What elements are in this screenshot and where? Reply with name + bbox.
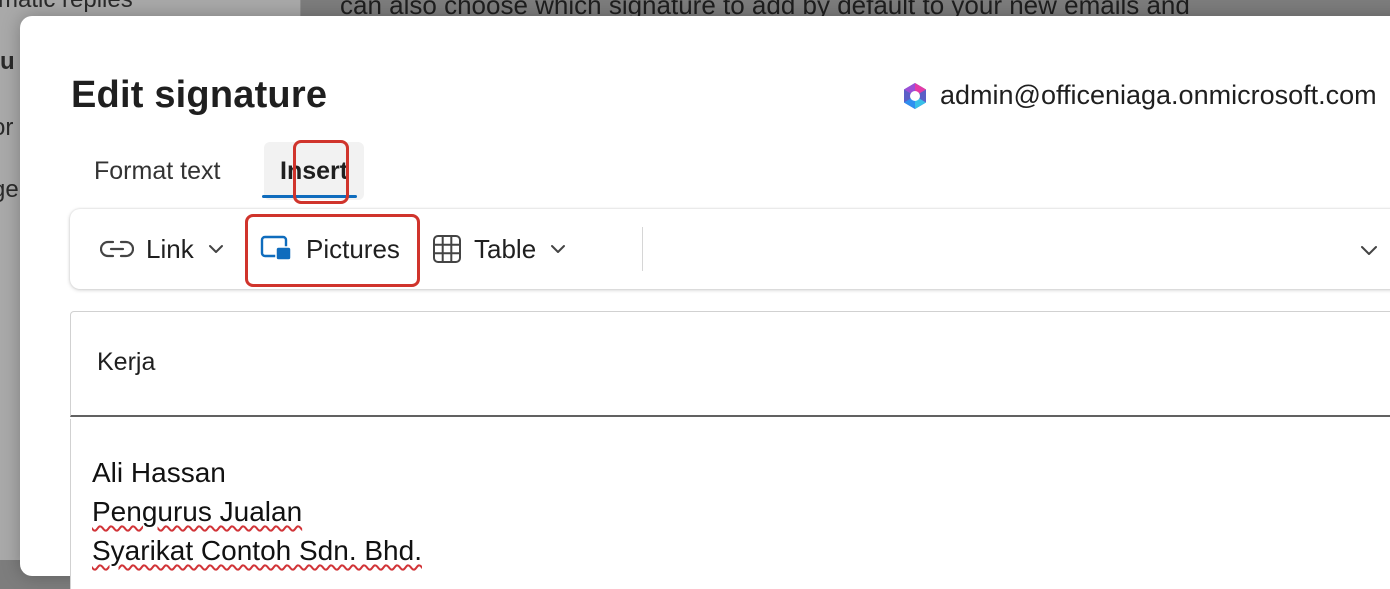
toolbar-divider — [642, 227, 643, 271]
edit-signature-dialog: Edit signature admin@officeniaga.onmicro… — [20, 16, 1390, 589]
insert-toolbar: Link Pictures Table — [70, 209, 1390, 289]
table-label: Table — [474, 233, 537, 264]
background-sidebar-item: ge — [0, 176, 19, 203]
copilot-logo-icon — [904, 82, 926, 109]
account-email: admin@officeniaga.onmicrosoft.com — [940, 80, 1377, 110]
signature-line: Syarikat Contoh Sdn. Bhd. — [92, 535, 422, 566]
tab-insert[interactable]: Insert — [264, 142, 365, 200]
chevron-down-icon[interactable] — [550, 244, 566, 254]
signature-line: Ali Hassan — [92, 457, 226, 488]
selected-tab-indicator — [262, 195, 357, 198]
tab-label: Format text — [94, 156, 221, 185]
chevron-down-icon[interactable] — [1360, 243, 1378, 261]
account-info: admin@officeniaga.onmicrosoft.com — [900, 80, 1377, 111]
link-button[interactable]: Link — [100, 209, 224, 289]
link-icon — [100, 238, 134, 260]
background-sidebar-item: matic replies — [0, 0, 133, 14]
link-label: Link — [146, 233, 194, 264]
signature-name-value: Kerja — [97, 348, 156, 376]
table-icon — [432, 234, 462, 264]
background-sidebar-item: or — [0, 114, 14, 141]
dialog-title: Edit signature — [71, 74, 328, 116]
pictures-label: Pictures — [306, 233, 400, 264]
table-button[interactable]: Table — [432, 209, 566, 289]
tab-format-text[interactable]: Format text — [80, 142, 234, 200]
background-sidebar-item: tu — [0, 48, 15, 75]
signature-line: Pengurus Jualan — [92, 496, 303, 527]
tab-label: Insert — [280, 156, 349, 185]
signature-editor[interactable]: Ali Hassan Pengurus Jualan Syarikat Cont… — [70, 419, 1390, 589]
pictures-icon — [260, 234, 294, 264]
pictures-button[interactable]: Pictures — [260, 209, 400, 289]
chevron-down-icon[interactable] — [208, 244, 224, 254]
signature-name-field[interactable]: Kerja — [70, 311, 1390, 417]
